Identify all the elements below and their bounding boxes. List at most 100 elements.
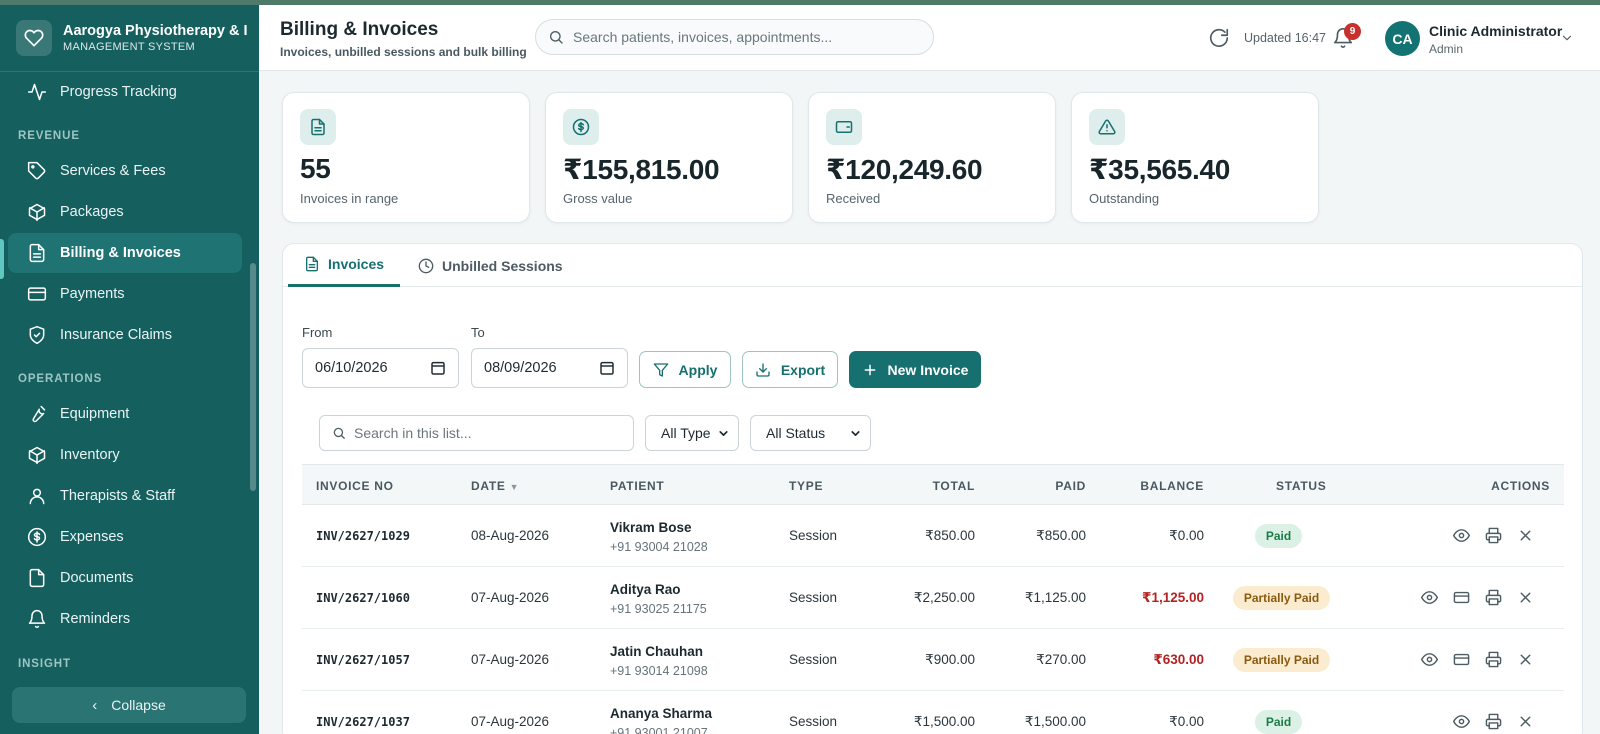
patient-phone: +91 93001 21007 bbox=[610, 726, 708, 734]
invoice-number[interactable]: INV/2627/1037 bbox=[316, 715, 410, 729]
eye-icon[interactable] bbox=[1421, 589, 1438, 606]
sidebar-item-label: Insurance Claims bbox=[60, 327, 173, 343]
col-balance[interactable]: BALANCE bbox=[1140, 479, 1204, 493]
status-badge: Paid bbox=[1255, 710, 1302, 734]
global-search-input[interactable] bbox=[573, 29, 913, 45]
sidebar-item-therapists-staff[interactable]: Therapists & Staff bbox=[8, 476, 242, 516]
sidebar-item-reminders[interactable]: Reminders bbox=[8, 599, 242, 639]
calendar-icon[interactable] bbox=[430, 360, 446, 376]
tag-icon bbox=[27, 161, 46, 180]
sidebar-item-label: Inventory bbox=[60, 447, 120, 463]
patient-name[interactable]: Jatin Chauhan bbox=[610, 644, 703, 659]
col-total[interactable]: TOTAL bbox=[933, 479, 975, 493]
heart-icon bbox=[16, 20, 52, 56]
sidebar-item-inventory[interactable]: Inventory bbox=[8, 435, 242, 475]
invoice-panel: Invoices Unbilled Sessions From 06/10/20… bbox=[282, 243, 1583, 734]
sidebar-section-operations: OPERATIONS bbox=[18, 373, 103, 385]
wallet-icon bbox=[826, 109, 862, 145]
col-date[interactable]: DATE ▼ bbox=[471, 479, 519, 493]
status-select[interactable]: All Status bbox=[750, 415, 871, 451]
printer-icon[interactable] bbox=[1485, 527, 1502, 544]
list-search-input[interactable] bbox=[354, 425, 624, 441]
close-icon[interactable] bbox=[1517, 713, 1534, 730]
new-invoice-button[interactable]: New Invoice bbox=[849, 351, 981, 388]
tab-unbilled-sessions[interactable]: Unbilled Sessions bbox=[410, 244, 571, 287]
avatar[interactable]: CA bbox=[1385, 21, 1420, 56]
eye-icon[interactable] bbox=[1421, 651, 1438, 668]
printer-icon[interactable] bbox=[1485, 713, 1502, 730]
export-button[interactable]: Export bbox=[742, 351, 838, 388]
sidebar-item-billing-invoices[interactable]: Billing & Invoices bbox=[8, 233, 242, 273]
patient-name[interactable]: Vikram Bose bbox=[610, 520, 692, 535]
chevron-down-icon[interactable] bbox=[1560, 31, 1574, 45]
invoice-type: Session bbox=[789, 590, 838, 605]
col-patient[interactable]: PATIENT bbox=[610, 479, 664, 493]
to-label: To bbox=[471, 325, 485, 340]
col-paid[interactable]: PAID bbox=[1055, 479, 1086, 493]
col-type[interactable]: TYPE bbox=[789, 479, 823, 493]
stat-value: 55 bbox=[300, 153, 331, 184]
invoice-total: ₹1,500.00 bbox=[913, 714, 975, 729]
eye-icon[interactable] bbox=[1453, 713, 1470, 730]
table-row[interactable]: INV/2627/1060 07-Aug-2026 Aditya Rao +91… bbox=[302, 567, 1564, 629]
table-row[interactable]: INV/2627/1057 07-Aug-2026 Jatin Chauhan … bbox=[302, 629, 1564, 691]
sidebar-scrollbar[interactable] bbox=[250, 263, 256, 491]
tab-invoices[interactable]: Invoices bbox=[288, 244, 401, 287]
from-date-input[interactable]: 06/10/2026 bbox=[302, 348, 459, 388]
invoice-number[interactable]: INV/2627/1029 bbox=[316, 529, 410, 543]
sidebar-item-expenses[interactable]: Expenses bbox=[8, 517, 242, 557]
user-icon bbox=[29, 488, 45, 505]
collapse-label: Collapse bbox=[111, 697, 166, 713]
sidebar-item-documents[interactable]: Documents bbox=[8, 558, 242, 598]
printer-icon[interactable] bbox=[1485, 589, 1502, 606]
list-search[interactable] bbox=[319, 415, 634, 451]
invoice-number[interactable]: INV/2627/1057 bbox=[316, 653, 410, 667]
stat-label: Received bbox=[826, 191, 881, 206]
stat-card-invoices: 55 Invoices in range bbox=[282, 92, 530, 223]
table-row[interactable]: INV/2627/1029 08-Aug-2026 Vikram Bose +9… bbox=[302, 505, 1564, 567]
col-invoice-no[interactable]: INVOICE NO bbox=[316, 479, 394, 493]
chevron-down-icon bbox=[851, 431, 860, 436]
stat-value: ₹35,565.40 bbox=[1089, 154, 1231, 185]
close-icon[interactable] bbox=[1517, 527, 1534, 544]
user-name[interactable]: Clinic Administrator bbox=[1429, 23, 1562, 39]
sidebar-item-insurance-claims[interactable]: Insurance Claims bbox=[8, 315, 242, 355]
page-subtitle: Invoices, unbilled sessions and bulk bil… bbox=[280, 45, 527, 59]
dollar-circle-icon bbox=[563, 109, 599, 145]
sort-desc-icon: ▼ bbox=[509, 482, 520, 492]
wallet-icon[interactable] bbox=[1453, 651, 1470, 668]
close-icon[interactable] bbox=[1517, 651, 1534, 668]
box-icon bbox=[28, 446, 46, 465]
invoice-number[interactable]: INV/2627/1060 bbox=[316, 591, 410, 605]
status-badge: Paid bbox=[1255, 524, 1302, 548]
patient-name[interactable]: Ananya Sharma bbox=[610, 706, 712, 721]
collapse-button[interactable]: ‹ Collapse bbox=[12, 687, 246, 723]
calendar-icon[interactable] bbox=[599, 360, 615, 376]
sidebar-item-progress-tracking[interactable]: Progress Tracking bbox=[8, 72, 242, 112]
printer-icon[interactable] bbox=[1485, 651, 1502, 668]
apply-button[interactable]: Apply bbox=[639, 351, 731, 388]
sidebar-item-equipment[interactable]: Equipment bbox=[8, 394, 242, 434]
eye-icon[interactable] bbox=[1453, 527, 1470, 544]
table-row[interactable]: INV/2627/1037 07-Aug-2026 Ananya Sharma … bbox=[302, 691, 1564, 734]
close-icon[interactable] bbox=[1517, 589, 1534, 606]
stat-card-outstanding: ₹35,565.40 Outstanding bbox=[1071, 92, 1319, 223]
file-text-icon bbox=[300, 109, 336, 145]
sidebar-item-packages[interactable]: Packages bbox=[8, 192, 242, 232]
to-date-input[interactable]: 08/09/2026 bbox=[471, 348, 628, 388]
brand[interactable]: Aarogya Physiotherapy & I MANAGEMENT SYS… bbox=[0, 5, 259, 72]
global-search[interactable] bbox=[535, 19, 934, 55]
sidebar-item-payments[interactable]: Payments bbox=[8, 274, 242, 314]
wallet-icon[interactable] bbox=[1453, 589, 1470, 606]
type-select-value: All Type bbox=[661, 425, 711, 441]
credit-card-icon bbox=[27, 287, 47, 301]
refresh-icon[interactable] bbox=[1208, 27, 1230, 49]
col-date-label: DATE bbox=[471, 479, 506, 493]
invoice-paid: ₹850.00 bbox=[1036, 528, 1086, 543]
patient-name[interactable]: Aditya Rao bbox=[610, 582, 681, 597]
col-status[interactable]: STATUS bbox=[1276, 479, 1326, 493]
invoice-type: Session bbox=[789, 714, 838, 729]
type-select[interactable]: All Type bbox=[645, 415, 739, 451]
to-date-value: 08/09/2026 bbox=[484, 360, 557, 376]
sidebar-item-services-fees[interactable]: Services & Fees bbox=[8, 151, 242, 191]
